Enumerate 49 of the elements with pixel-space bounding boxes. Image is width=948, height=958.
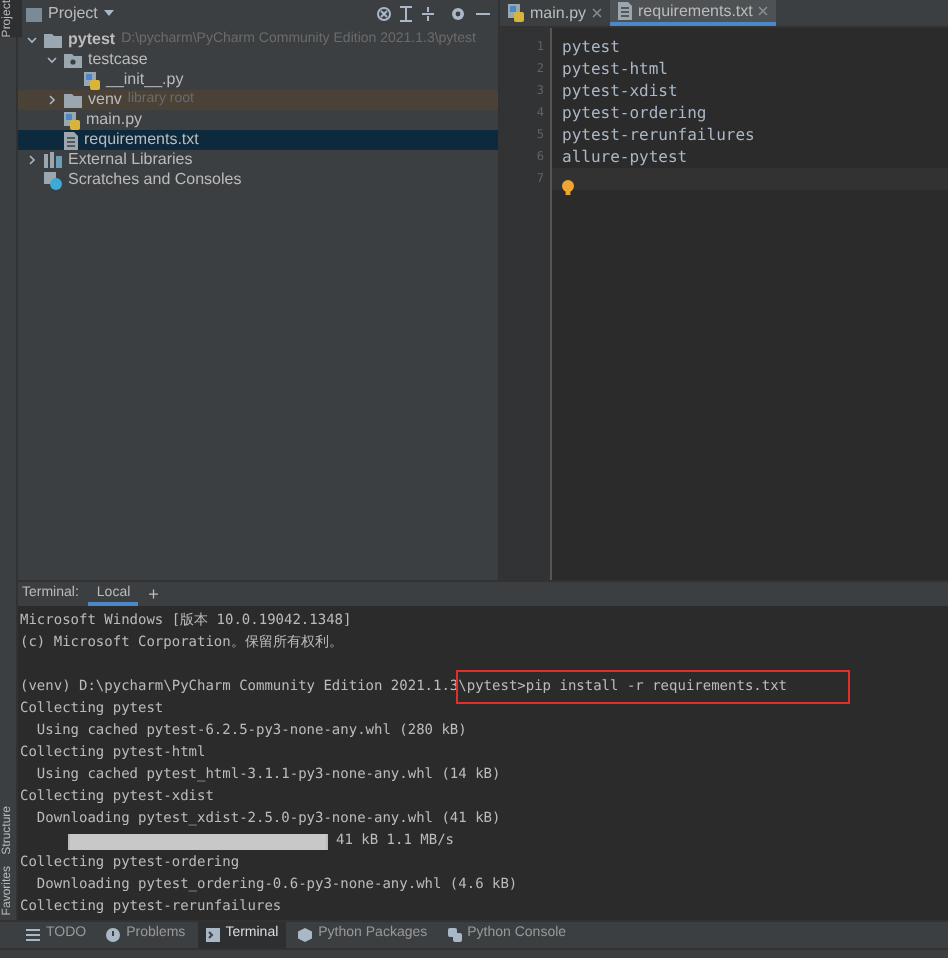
item-label: External Libraries [68, 148, 193, 172]
add-tab-button[interactable]: + [148, 582, 159, 606]
tree-item[interactable]: testcase [18, 50, 498, 70]
tree-item[interactable]: requirements.txt [18, 130, 498, 150]
text-file-icon [64, 131, 78, 149]
window-icon [26, 7, 42, 21]
item-label: Scratches and Consoles [68, 168, 242, 192]
item-label: venv [88, 88, 122, 112]
folder-icon [64, 93, 82, 107]
collapse-all-icon[interactable] [420, 6, 436, 22]
item-label: testcase [88, 48, 148, 72]
warning-icon [106, 928, 121, 942]
chevron-right-icon[interactable] [26, 154, 38, 166]
item-label: main.py [86, 108, 143, 132]
editor-tab[interactable]: requirements.txt [610, 0, 777, 26]
lightbulb-icon[interactable] [562, 180, 574, 196]
code-line: allure-pytest [562, 145, 688, 169]
code-line: pytest-html [562, 57, 668, 81]
tree-item[interactable]: Scratches and Consoles [18, 170, 498, 190]
list-icon [26, 928, 40, 942]
tree-item[interactable]: main.py [18, 110, 498, 130]
tree-item[interactable]: External Libraries [18, 150, 498, 170]
code-line: pytest-ordering [562, 101, 707, 125]
tree-item[interactable]: __init__.py [18, 70, 498, 90]
python-icon [447, 928, 462, 942]
python-file-icon [84, 71, 100, 89]
item-label: requirements.txt [84, 128, 199, 152]
panel-title[interactable]: Project [48, 2, 98, 26]
python-file-icon [64, 111, 80, 129]
text-file-icon [618, 2, 633, 20]
chevron-right-icon[interactable] [46, 94, 58, 106]
item-label: __init__.py [106, 68, 184, 91]
terminal-icon [205, 928, 220, 942]
editor-tab[interactable]: main.py [500, 0, 611, 26]
expand-all-icon[interactable] [398, 6, 414, 22]
close-icon[interactable] [592, 8, 603, 18]
folder-icon [44, 33, 62, 47]
scratch-icon [44, 171, 62, 189]
package-icon [298, 928, 313, 942]
settings-icon[interactable] [450, 6, 466, 22]
item-label: pytest [68, 28, 116, 52]
library-icon [44, 152, 62, 168]
code-line: pytest [562, 35, 620, 59]
code-line: pytest-xdist [562, 79, 678, 103]
folder-icon [64, 53, 82, 67]
target-icon[interactable] [376, 6, 392, 22]
code-line: pytest-rerunfailures [562, 123, 755, 147]
python-file-icon [508, 4, 524, 22]
caret-icon[interactable] [103, 10, 114, 18]
